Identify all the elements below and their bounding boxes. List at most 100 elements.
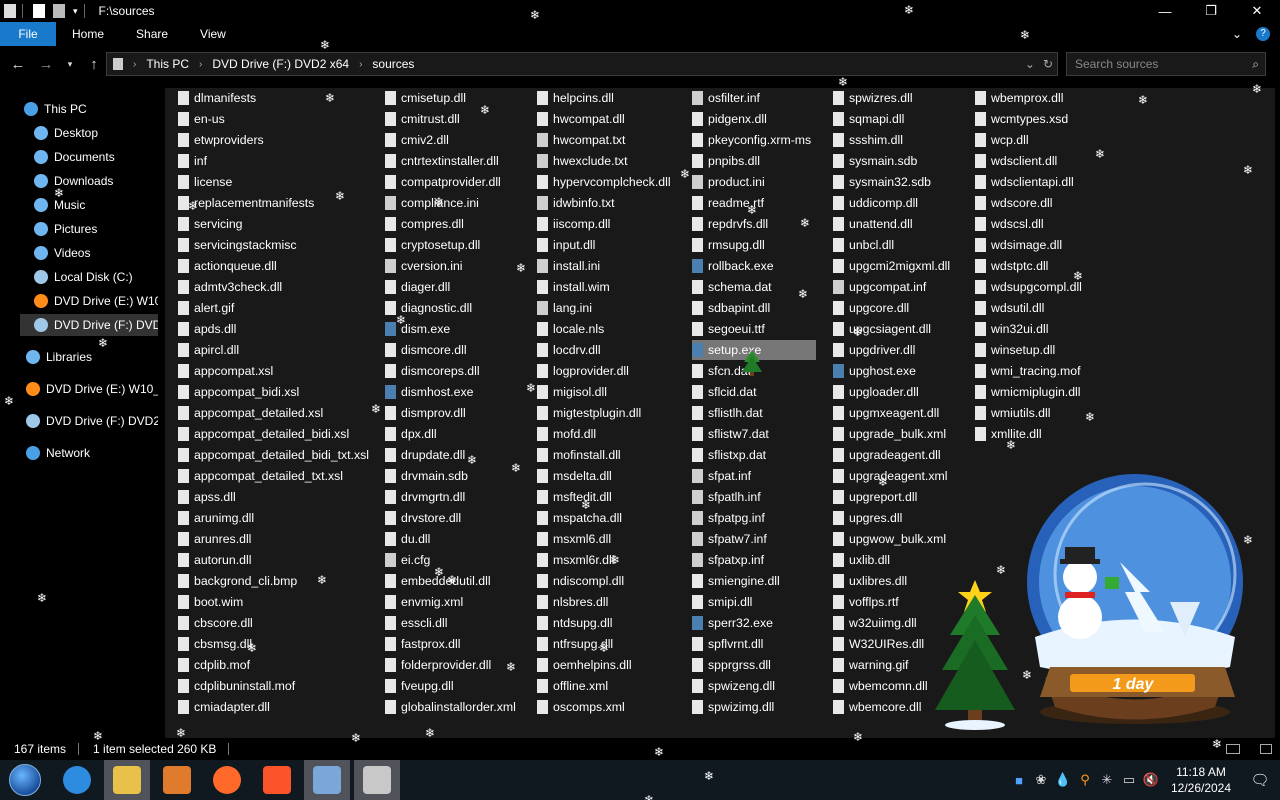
file-item[interactable]: cryptosetup.dll: [385, 235, 480, 255]
refresh-icon[interactable]: ↻: [1043, 57, 1053, 71]
nav-item[interactable]: Documents: [34, 146, 158, 168]
file-item[interactable]: msftedit.dll: [537, 487, 612, 507]
file-item[interactable]: cmiv2.dll: [385, 130, 449, 150]
folder-item[interactable]: servicing: [178, 214, 243, 234]
file-item[interactable]: schema.dat: [692, 277, 772, 297]
file-item[interactable]: backgrond_cli.bmp: [178, 571, 297, 591]
file-item[interactable]: oemhelpins.dll: [537, 655, 632, 675]
breadcrumb-this-pc[interactable]: This PC: [146, 57, 189, 71]
file-item[interactable]: osfilter.inf: [692, 88, 760, 108]
file-item[interactable]: arunres.dll: [178, 529, 251, 549]
file-item[interactable]: appcompat_detailed_bidi.xsl: [178, 424, 349, 444]
nav-item[interactable]: Videos: [34, 242, 158, 264]
up-button[interactable]: ↑: [82, 52, 106, 76]
file-item[interactable]: smipi.dll: [692, 592, 752, 612]
file-item[interactable]: sfpatpg.inf: [692, 508, 765, 528]
breadcrumb-sources[interactable]: sources: [372, 57, 414, 71]
file-item[interactable]: upghost.exe: [833, 361, 916, 381]
file-item[interactable]: upgdriver.dll: [833, 340, 915, 360]
customize-quick-access-icon[interactable]: ▾: [73, 6, 78, 17]
file-item[interactable]: hwcompat.dll: [537, 109, 625, 129]
file-item[interactable]: ntdsupg.dll: [537, 613, 612, 633]
file-item[interactable]: unbcl.dll: [833, 235, 894, 255]
taskbar-app-button[interactable]: [204, 760, 250, 800]
file-item[interactable]: cntrtextinstaller.dll: [385, 151, 499, 171]
file-item[interactable]: cbscore.dll: [178, 613, 253, 633]
explorer-icon[interactable]: [4, 4, 16, 18]
file-item[interactable]: mspatcha.dll: [537, 508, 622, 528]
file-item[interactable]: win32ui.dll: [975, 319, 1048, 339]
file-item[interactable]: sflistxp.dat: [692, 445, 766, 465]
file-item[interactable]: cdplib.mof: [178, 655, 250, 675]
properties-icon[interactable]: [33, 4, 45, 18]
file-item[interactable]: input.dll: [537, 235, 595, 255]
chevron-down-icon[interactable]: ⌄: [1232, 27, 1242, 41]
folder-item[interactable]: inf: [178, 151, 207, 171]
file-item[interactable]: sfpatlh.inf: [692, 487, 761, 507]
folder-item[interactable]: en-us: [178, 109, 225, 129]
file-item[interactable]: autorun.dll: [178, 550, 251, 570]
file-item[interactable]: spflvrnt.dll: [692, 634, 763, 654]
file-item[interactable]: upgwow_bulk.xml: [833, 529, 946, 549]
file-item[interactable]: idwbinfo.txt: [537, 193, 615, 213]
file-item[interactable]: sdbapint.dll: [692, 298, 770, 318]
tab-home[interactable]: Home: [56, 22, 120, 46]
file-item[interactable]: product.ini: [692, 172, 765, 192]
minimize-button[interactable]: —: [1142, 0, 1188, 22]
file-item[interactable]: wcmtypes.xsd: [975, 109, 1068, 129]
file-item[interactable]: upgrade_bulk.xml: [833, 424, 946, 444]
file-item[interactable]: iiscomp.dll: [537, 214, 610, 234]
file-item[interactable]: dismcoreps.dll: [385, 361, 480, 381]
taskbar-app-button[interactable]: [154, 760, 200, 800]
taskbar-app-button[interactable]: [254, 760, 300, 800]
file-item[interactable]: upgreport.dll: [833, 487, 917, 507]
search-input[interactable]: Search sources ⌕: [1066, 52, 1266, 76]
file-item[interactable]: wdscore.dll: [975, 193, 1053, 213]
back-button[interactable]: ←: [6, 52, 30, 76]
nav-item[interactable]: Network: [26, 442, 158, 464]
file-item[interactable]: spprgrss.dll: [692, 655, 771, 675]
file-item[interactable]: dismprov.dll: [385, 403, 466, 423]
file-item[interactable]: dism.exe: [385, 319, 450, 339]
folder-item[interactable]: license: [178, 172, 232, 192]
file-item[interactable]: offline.xml: [537, 676, 608, 696]
file-item[interactable]: apds.dll: [178, 319, 236, 339]
nav-item[interactable]: DVD Drive (F:) DVD2 x: [26, 410, 158, 432]
file-item[interactable]: compliance.ini: [385, 193, 479, 213]
file-item[interactable]: mofinstall.dll: [537, 445, 621, 465]
file-item[interactable]: upgres.dll: [833, 508, 902, 528]
tray-app-icon[interactable]: ❀: [1030, 772, 1052, 788]
details-view-icon[interactable]: [1226, 744, 1240, 754]
file-item[interactable]: wmiutils.dll: [975, 403, 1050, 423]
forward-button[interactable]: →: [34, 52, 58, 76]
file-item[interactable]: compres.dll: [385, 214, 464, 234]
file-item[interactable]: apss.dll: [178, 487, 236, 507]
clock[interactable]: 11:18 AM 12/26/2024: [1162, 764, 1240, 796]
help-icon[interactable]: ?: [1256, 27, 1270, 41]
file-item[interactable]: apircl.dll: [178, 340, 239, 360]
nav-item[interactable]: DVD Drive (E:) W10_: [34, 290, 158, 312]
network-icon[interactable]: ▭: [1118, 772, 1140, 788]
taskbar-app-button[interactable]: [354, 760, 400, 800]
file-item[interactable]: uxlibres.dll: [833, 571, 907, 591]
file-item[interactable]: alert.gif: [178, 298, 234, 318]
nav-item[interactable]: This PC: [24, 98, 158, 120]
file-item[interactable]: wdsimage.dll: [975, 235, 1062, 255]
file-item[interactable]: drvstore.dll: [385, 508, 461, 528]
file-item[interactable]: uddicomp.dll: [833, 193, 918, 213]
file-item[interactable]: upgradeagent.dll: [833, 445, 941, 465]
file-item[interactable]: sflcid.dat: [692, 382, 757, 402]
file-item[interactable]: arunimg.dll: [178, 508, 254, 528]
file-item[interactable]: locdrv.dll: [537, 340, 601, 360]
file-item[interactable]: diager.dll: [385, 277, 450, 297]
file-item[interactable]: upgloader.dll: [833, 382, 919, 402]
file-item[interactable]: wdscsl.dll: [975, 214, 1044, 234]
nav-item[interactable]: Local Disk (C:): [34, 266, 158, 288]
file-item[interactable]: pidgenx.dll: [692, 109, 767, 129]
volume-muted-icon[interactable]: 🔇: [1140, 772, 1162, 788]
file-item[interactable]: sflistlh.dat: [692, 403, 763, 423]
file-item[interactable]: fveupg.dll: [385, 676, 454, 696]
folder-item[interactable]: servicingstackmisc: [178, 235, 297, 255]
nav-item[interactable]: DVD Drive (F:) DVD2: [20, 314, 158, 336]
file-item[interactable]: sfpat.inf: [692, 466, 751, 486]
